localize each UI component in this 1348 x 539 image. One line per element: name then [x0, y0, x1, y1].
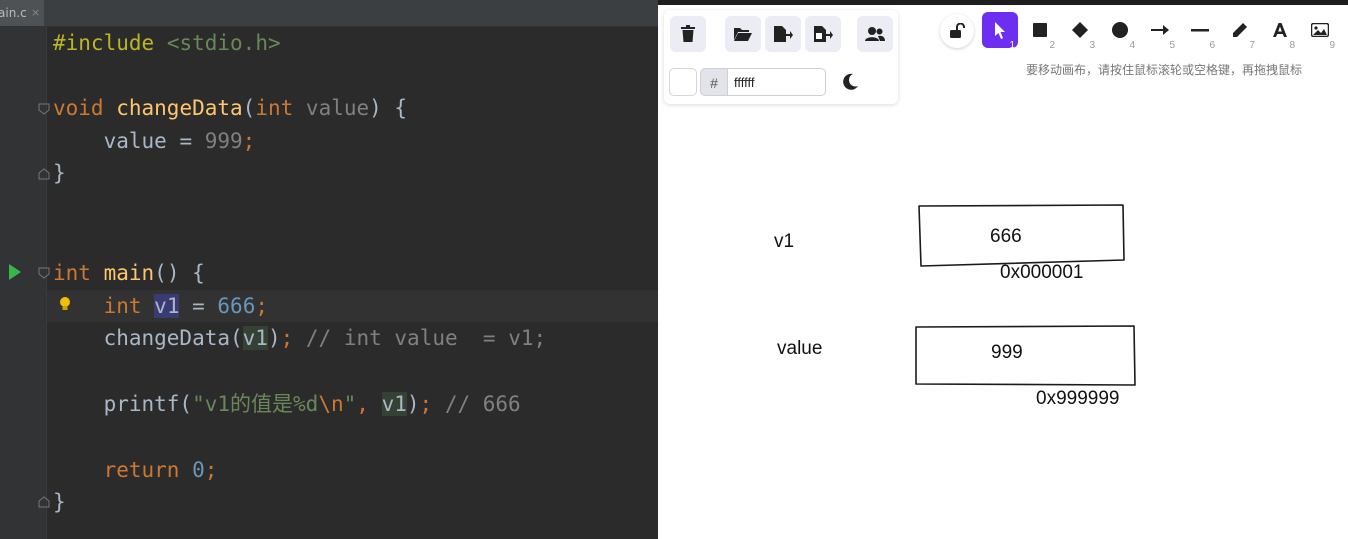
line-comment: // int value = v1;: [293, 326, 547, 350]
identifier: value: [103, 129, 167, 153]
paren: ): [267, 326, 281, 350]
tab-close-icon[interactable]: ×: [31, 0, 40, 26]
code-line-3[interactable]: void changeData(int value) {: [53, 92, 407, 124]
box2-value[interactable]: 999: [991, 342, 1023, 364]
param-name: value: [305, 96, 370, 120]
code-editor[interactable]: ain.c × #include <stdio.h> void changeDa…: [0, 0, 658, 539]
operator: =: [166, 129, 205, 153]
line-comment: // 666: [432, 392, 521, 416]
operator: =: [179, 294, 218, 318]
code-line-14[interactable]: return 0;: [53, 454, 218, 486]
label-value[interactable]: value: [777, 338, 822, 360]
address-v1[interactable]: 0x000001: [1000, 262, 1083, 284]
memory-box-value: [915, 325, 1136, 386]
comma: ,: [356, 392, 382, 416]
type-keyword: int: [103, 294, 142, 318]
function-name: main: [103, 261, 155, 285]
semicolon: ;: [204, 458, 218, 482]
paren-brace: ) {: [369, 96, 408, 120]
editor-tab-bar: ain.c ×: [0, 0, 658, 27]
code-line-8[interactable]: int main() {: [53, 257, 205, 289]
type-keyword: void: [53, 96, 104, 120]
code-line-5[interactable]: }: [53, 157, 66, 189]
variable-usage: v1: [381, 392, 407, 416]
code-line-12[interactable]: printf("v1的值是%d\n", v1); // 666: [53, 388, 521, 420]
whiteboard-canvas[interactable]: # 1 2 3 4 5 6 7: [658, 5, 1348, 539]
return-keyword: return: [103, 458, 180, 482]
type-keyword: int: [53, 261, 91, 285]
semicolon: ;: [419, 392, 433, 416]
string-literal-end: ": [343, 392, 357, 416]
semicolon: ;: [242, 129, 256, 153]
closing-brace: }: [53, 490, 66, 514]
paren: ): [406, 392, 420, 416]
string-literal: "v1的值是%d: [192, 392, 319, 416]
function-call: changeData(: [103, 326, 243, 350]
fold-marker-icon[interactable]: [38, 267, 50, 279]
code-line-4[interactable]: value = 999;: [53, 125, 256, 157]
semicolon: ;: [280, 326, 294, 350]
function-call: printf(: [103, 392, 193, 416]
code-line-9[interactable]: int v1 = 666;: [53, 290, 268, 322]
header-name: <stdio.h>: [166, 31, 281, 55]
run-icon[interactable]: [8, 263, 22, 281]
code-line-1[interactable]: #include <stdio.h>: [53, 27, 281, 59]
paren: (: [242, 96, 256, 120]
semicolon: ;: [255, 294, 268, 318]
variable-usage: v1: [242, 326, 268, 350]
function-name: changeData: [116, 96, 243, 120]
address-value[interactable]: 0x999999: [1036, 388, 1119, 410]
number-literal: 999: [204, 129, 243, 153]
tab-main-c[interactable]: ain.c ×: [0, 0, 44, 26]
box1-value[interactable]: 666: [990, 226, 1022, 248]
param-type: int: [255, 96, 294, 120]
fold-end-icon[interactable]: [38, 168, 50, 180]
code-line-15[interactable]: }: [53, 486, 66, 518]
label-v1[interactable]: v1: [774, 231, 794, 253]
tab-filename: ain.c: [0, 6, 27, 20]
closing-brace: }: [53, 161, 66, 185]
code-line-10[interactable]: changeData(v1); // int value = v1;: [53, 322, 546, 354]
escape-sequence: \n: [318, 392, 344, 416]
number-literal: 666: [217, 294, 256, 318]
fold-end-icon[interactable]: [38, 496, 50, 508]
variable-definition: v1: [154, 294, 180, 318]
fold-marker-icon[interactable]: [38, 103, 50, 115]
preprocessor-directive: #include: [53, 31, 155, 55]
paren-brace: () {: [154, 261, 205, 285]
number-literal: 0: [192, 458, 205, 482]
